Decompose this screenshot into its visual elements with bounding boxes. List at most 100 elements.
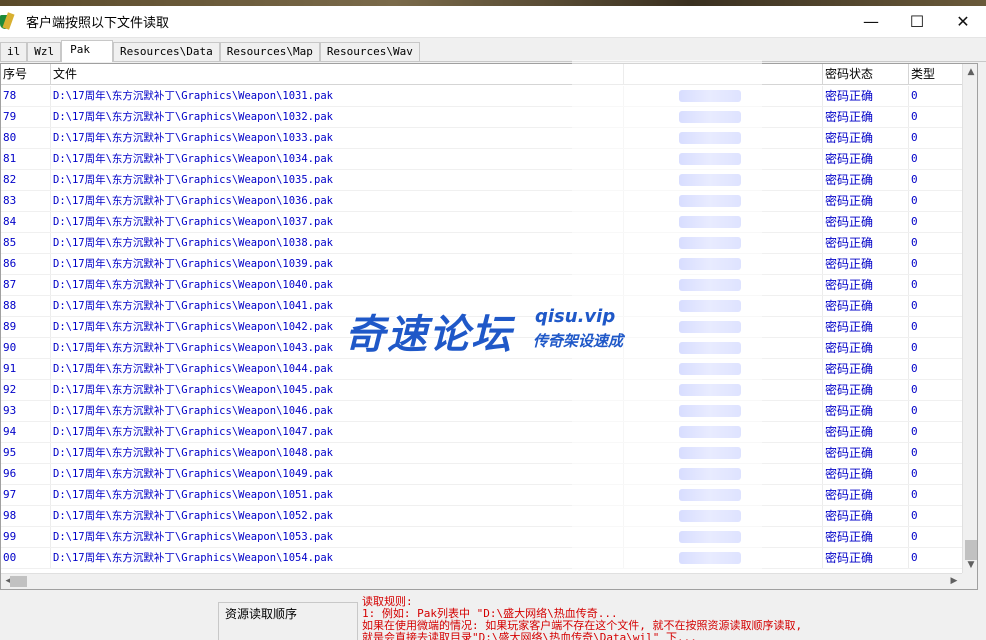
cell-no: 80 — [1, 128, 51, 148]
cell-file: D:\17周年\东方沉默补丁\Graphics\Weapon\1035.pak — [51, 170, 624, 190]
vertical-scrollbar[interactable]: ▲ ▼ — [962, 64, 977, 573]
tab-resources-data[interactable]: Resources\Data — [113, 42, 220, 62]
cell-no: 90 — [1, 338, 51, 358]
cell-file: D:\17周年\东方沉默补丁\Graphics\Weapon\1054.pak — [51, 548, 624, 568]
cell-file: D:\17周年\东方沉默补丁\Graphics\Weapon\1051.pak — [51, 485, 624, 505]
table-row[interactable]: 91 D:\17周年\东方沉默补丁\Graphics\Weapon\1044.pa… — [1, 359, 963, 380]
cell-type: 0 — [909, 401, 963, 421]
maximize-button[interactable]: ☐ — [894, 6, 940, 38]
table-row[interactable]: 93 D:\17周年\东方沉默补丁\Graphics\Weapon\1046.pa… — [1, 401, 963, 422]
cell-type: 0 — [909, 170, 963, 190]
table-row[interactable]: 79 D:\17周年\东方沉默补丁\Graphics\Weapon\1032.pa… — [1, 107, 963, 128]
tab-wzl[interactable]: Wzl — [27, 42, 62, 62]
cell-type: 0 — [909, 212, 963, 232]
cell-password-status: 密码正确 — [823, 233, 909, 253]
cell-file: D:\17周年\东方沉默补丁\Graphics\Weapon\1048.pak — [51, 443, 624, 463]
cell-no: 98 — [1, 506, 51, 526]
tab-resources-map[interactable]: Resources\Map — [219, 42, 320, 62]
minimize-button[interactable]: — — [848, 6, 894, 38]
table-row[interactable]: 86 D:\17周年\东方沉默补丁\Graphics\Weapon\1039.pa… — [1, 254, 963, 275]
scroll-down-arrow-icon[interactable]: ▼ — [963, 557, 977, 573]
cell-no: 85 — [1, 233, 51, 253]
cell-password-status: 密码正确 — [823, 506, 909, 526]
cell-type: 0 — [909, 527, 963, 547]
cell-password-status: 密码正确 — [823, 149, 909, 169]
cell-file: D:\17周年\东方沉默补丁\Graphics\Weapon\1036.pak — [51, 191, 624, 211]
cell-file: D:\17周年\东方沉默补丁\Graphics\Weapon\1046.pak — [51, 401, 624, 421]
table-row[interactable]: 81 D:\17周年\东方沉默补丁\Graphics\Weapon\1034.pa… — [1, 149, 963, 170]
cell-password-status: 密码正确 — [823, 191, 909, 211]
table-row[interactable]: 80 D:\17周年\东方沉默补丁\Graphics\Weapon\1033.pa… — [1, 128, 963, 149]
cell-type: 0 — [909, 86, 963, 106]
cell-no: 86 — [1, 254, 51, 274]
scroll-right-arrow-icon[interactable]: ▶ — [946, 574, 962, 589]
table-row[interactable]: 87 D:\17周年\东方沉默补丁\Graphics\Weapon\1040.pa… — [1, 275, 963, 296]
bottom-panel: 资源读取顺序 读取规则: 1: 例如: Pak列表中 "D:\盛大网络\热血传奇… — [0, 592, 986, 640]
table-row[interactable]: 99 D:\17周年\东方沉默补丁\Graphics\Weapon\1053.pa… — [1, 527, 963, 548]
table-row[interactable]: 96 D:\17周年\东方沉默补丁\Graphics\Weapon\1049.pa… — [1, 464, 963, 485]
table-row[interactable]: 98 D:\17周年\东方沉默补丁\Graphics\Weapon\1052.pa… — [1, 506, 963, 527]
cell-type: 0 — [909, 254, 963, 274]
cell-type: 0 — [909, 317, 963, 337]
window-title: 客户端按照以下文件读取 — [26, 16, 170, 31]
cell-file: D:\17周年\东方沉默补丁\Graphics\Weapon\1052.pak — [51, 506, 624, 526]
watermark: 奇速论坛 qisu.vip 传奇架设速成 — [345, 302, 645, 360]
cell-file: D:\17周年\东方沉默补丁\Graphics\Weapon\1047.pak — [51, 422, 624, 442]
resource-order-group: 资源读取顺序 — [218, 602, 358, 640]
table-row[interactable]: 92 D:\17周年\东方沉默补丁\Graphics\Weapon\1045.pa… — [1, 380, 963, 401]
tab-pak[interactable]: Pak — [61, 40, 113, 62]
cell-file: D:\17周年\东方沉默补丁\Graphics\Weapon\1039.pak — [51, 254, 624, 274]
cell-no: 99 — [1, 527, 51, 547]
cell-file: D:\17周年\东方沉默补丁\Graphics\Weapon\1045.pak — [51, 380, 624, 400]
cell-type: 0 — [909, 443, 963, 463]
scroll-up-arrow-icon[interactable]: ▲ — [963, 64, 977, 80]
cell-password-status: 密码正确 — [823, 317, 909, 337]
table-row[interactable]: 94 D:\17周年\东方沉默补丁\Graphics\Weapon\1047.pa… — [1, 422, 963, 443]
header-type[interactable]: 类型 — [909, 64, 963, 85]
table-row[interactable]: 85 D:\17周年\东方沉默补丁\Graphics\Weapon\1038.pa… — [1, 233, 963, 254]
cell-password-status: 密码正确 — [823, 86, 909, 106]
watermark-url: qisu.vip — [535, 306, 616, 327]
cell-no: 93 — [1, 401, 51, 421]
tab-resources-wav[interactable]: Resources\Wav — [319, 42, 420, 62]
table-row[interactable]: 00 D:\17周年\东方沉默补丁\Graphics\Weapon\1054.pa… — [1, 548, 963, 569]
cell-password-status: 密码正确 — [823, 254, 909, 274]
cell-password-status: 密码正确 — [823, 359, 909, 379]
cell-no: 00 — [1, 548, 51, 568]
cell-no: 91 — [1, 359, 51, 379]
table-row[interactable]: 95 D:\17周年\东方沉默补丁\Graphics\Weapon\1048.pa… — [1, 443, 963, 464]
tab-wil[interactable]: il — [0, 42, 28, 62]
horizontal-scroll-thumb[interactable] — [10, 576, 27, 587]
cell-type: 0 — [909, 464, 963, 484]
cell-file: D:\17周年\东方沉默补丁\Graphics\Weapon\1038.pak — [51, 233, 624, 253]
horizontal-scrollbar[interactable]: ◀ ▶ — [1, 573, 962, 589]
cell-no: 79 — [1, 107, 51, 127]
cell-no: 83 — [1, 191, 51, 211]
cell-password-status: 密码正确 — [823, 443, 909, 463]
cell-no: 84 — [1, 212, 51, 232]
header-password-status[interactable]: 密码状态 — [823, 64, 909, 85]
cell-file: D:\17周年\东方沉默补丁\Graphics\Weapon\1053.pak — [51, 527, 624, 547]
table-row[interactable]: 84 D:\17周年\东方沉默补丁\Graphics\Weapon\1037.pa… — [1, 212, 963, 233]
header-no[interactable]: 序号 — [1, 64, 51, 85]
cell-no: 97 — [1, 485, 51, 505]
close-button[interactable]: ✕ — [940, 6, 986, 38]
cell-no: 78 — [1, 86, 51, 106]
cell-type: 0 — [909, 107, 963, 127]
cell-type: 0 — [909, 191, 963, 211]
header-file[interactable]: 文件 — [51, 64, 624, 85]
rules-line: 就是会直接去读取目录"D:\盛大网络\热血传奇\Data\wil" 下... — [362, 631, 697, 640]
table-row[interactable]: 78 D:\17周年\东方沉默补丁\Graphics\Weapon\1031.pa… — [1, 86, 963, 107]
cell-file: D:\17周年\东方沉默补丁\Graphics\Weapon\1040.pak — [51, 275, 624, 295]
table-row[interactable]: 97 D:\17周年\东方沉默补丁\Graphics\Weapon\1051.pa… — [1, 485, 963, 506]
window-controls: — ☐ ✕ — [848, 6, 986, 38]
cell-no: 87 — [1, 275, 51, 295]
cell-password-status: 密码正确 — [823, 212, 909, 232]
cell-password-status: 密码正确 — [823, 128, 909, 148]
table-row[interactable]: 82 D:\17周年\东方沉默补丁\Graphics\Weapon\1035.pa… — [1, 170, 963, 191]
cell-file: D:\17周年\东方沉默补丁\Graphics\Weapon\1033.pak — [51, 128, 624, 148]
cell-type: 0 — [909, 548, 963, 568]
cell-password-status: 密码正确 — [823, 401, 909, 421]
table-row[interactable]: 83 D:\17周年\东方沉默补丁\Graphics\Weapon\1036.pa… — [1, 191, 963, 212]
cell-type: 0 — [909, 296, 963, 316]
